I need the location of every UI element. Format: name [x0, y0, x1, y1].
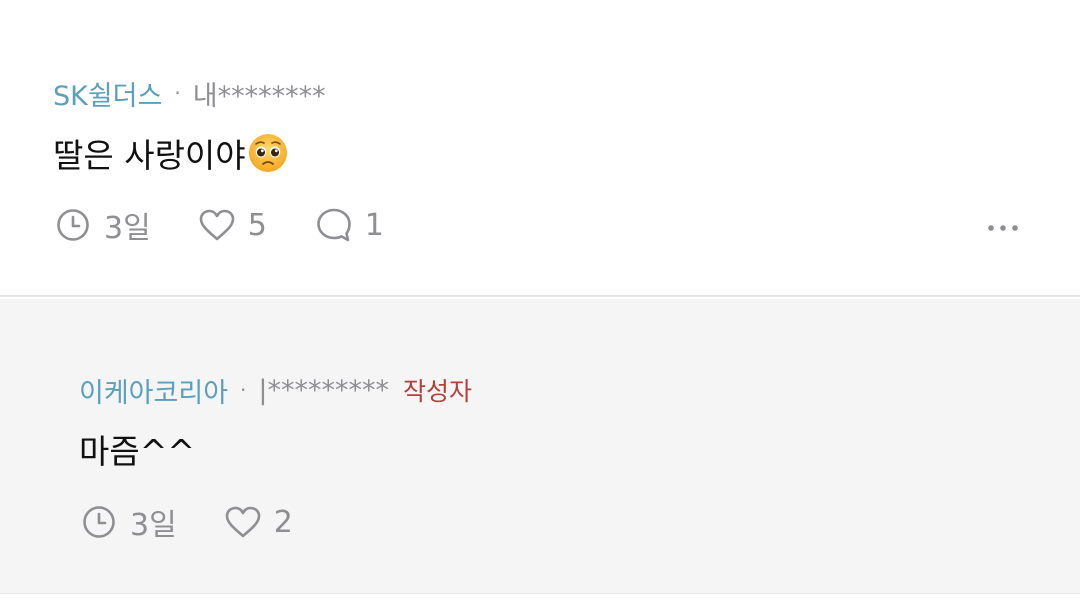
heart-icon	[199, 209, 234, 241]
comment-bubble-icon	[316, 208, 351, 242]
clock-icon	[83, 506, 115, 538]
clock-icon	[57, 209, 89, 241]
reply-item: 이케아코리아 · |********* 작성자 마즘^^ 3일 2	[0, 299, 1080, 594]
masked-user-id: 내********	[192, 80, 326, 112]
reply-meta: 이케아코리아 · |********* 작성자	[79, 370, 472, 410]
meta-separator: ·	[174, 81, 181, 105]
masked-user-id: |*********	[258, 374, 390, 406]
like-button[interactable]: 2	[224, 505, 293, 540]
time-label: 3일	[130, 508, 177, 543]
more-options-button[interactable]	[981, 213, 1025, 243]
pleading-face-emoji	[248, 134, 287, 172]
comment-item: SK쉴더스 · 내******** 딸은 사랑이야 3일 5 1	[0, 0, 1080, 297]
reply-actions: 3일 2	[82, 500, 293, 544]
reply-button[interactable]: 1	[315, 206, 384, 244]
comment-text: 딸은 사랑이야	[53, 130, 288, 176]
author-name[interactable]: SK쉴더스	[53, 74, 162, 113]
meta-separator: ·	[240, 378, 247, 402]
author-name[interactable]: 이케아코리아	[79, 371, 228, 410]
author-badge: 작성자	[403, 377, 473, 406]
reply-count: 1	[364, 207, 384, 243]
reply-text-content: 마즘^^	[79, 432, 196, 471]
more-horizontal-icon	[988, 225, 1018, 231]
reply-text: 마즘^^	[79, 426, 195, 472]
like-count: 5	[247, 207, 267, 243]
like-count: 2	[273, 504, 293, 540]
comment-actions: 3일 5 1	[56, 203, 384, 247]
time-info: 3일	[56, 203, 151, 247]
time-label: 3일	[104, 211, 151, 246]
comment-text-content: 딸은 사랑이야	[53, 136, 246, 175]
heart-icon	[225, 506, 260, 538]
comment-meta: SK쉴더스 · 내********	[53, 73, 326, 113]
time-info: 3일	[82, 500, 177, 544]
like-button[interactable]: 5	[198, 208, 267, 243]
